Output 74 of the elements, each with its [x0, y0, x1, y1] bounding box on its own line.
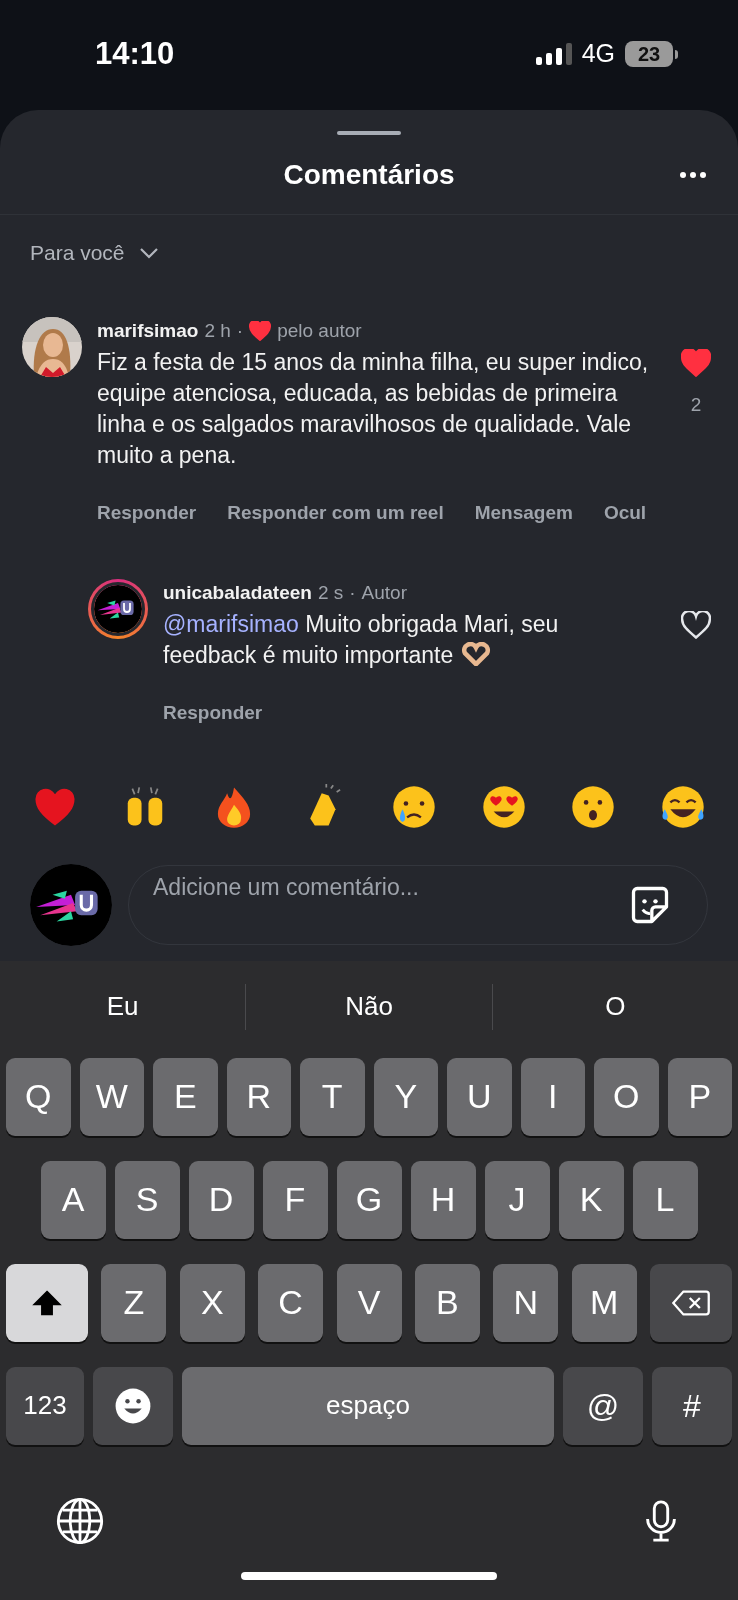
comment-text: Fiz a festa de 15 anos da minha filha, eu super indico, equipe atenciosa, educada, as bebidas de primeira linha e os salgados maravilhosos de qualidade. Vale muito a pena.: [97, 347, 650, 470]
keyboard-key[interactable]: E: [153, 1057, 218, 1136]
comment-text: @marifsimao Muito obrigada Mari, seu feedback é muito importante: [163, 610, 560, 670]
filter-dropdown[interactable]: Para você: [30, 237, 159, 269]
backspace-icon: [672, 1288, 710, 1317]
suggestion[interactable]: Eu: [0, 987, 246, 1026]
heart-hands-icon: [461, 642, 492, 666]
drag-handle[interactable]: [337, 131, 401, 135]
keyboard-key[interactable]: M: [571, 1263, 637, 1342]
keyboard-key[interactable]: H: [410, 1160, 476, 1239]
suggestion[interactable]: Não: [246, 987, 492, 1026]
more-options-button[interactable]: [680, 171, 706, 178]
author-label: pelo autor: [277, 318, 362, 343]
emoji-key[interactable]: [93, 1366, 173, 1445]
comment-action[interactable]: Responder com um reel: [227, 498, 444, 527]
sheet-title: Comentários: [283, 157, 455, 192]
keyboard-key[interactable]: F: [262, 1160, 328, 1239]
keyboard-key[interactable]: L: [632, 1160, 698, 1239]
keyboard-key[interactable]: U: [447, 1057, 512, 1136]
keyboard-key[interactable]: A: [40, 1160, 106, 1239]
suggestion[interactable]: O: [492, 987, 738, 1026]
keyboard-key[interactable]: @: [563, 1366, 643, 1445]
keyboard-key[interactable]: G: [336, 1160, 402, 1239]
status-time: 14:10: [95, 34, 175, 73]
backspace-key[interactable]: [650, 1263, 732, 1342]
signal-icon: [535, 42, 572, 66]
keyboard-key[interactable]: J: [484, 1160, 550, 1239]
mention-link[interactable]: @marifsimao: [163, 611, 299, 637]
separator-dot: ·: [236, 318, 244, 343]
keyboard-key[interactable]: W: [79, 1057, 144, 1136]
like-count: 2: [690, 392, 702, 417]
keyboard-key[interactable]: P: [667, 1057, 732, 1136]
comment-action[interactable]: Mensagem: [474, 498, 573, 527]
comment-action[interactable]: Responder: [163, 699, 263, 728]
keyboard-key[interactable]: N: [493, 1263, 559, 1342]
keyboard-key[interactable]: X: [179, 1263, 245, 1342]
keyboard-key[interactable]: #: [652, 1366, 732, 1445]
smiley-icon: [114, 1386, 152, 1425]
space-key[interactable]: espaço: [182, 1366, 554, 1445]
comment-action[interactable]: Ocul: [603, 498, 647, 527]
home-indicator[interactable]: [241, 1571, 497, 1580]
keyboard-key[interactable]: S: [114, 1160, 180, 1239]
chevron-down-icon: [138, 246, 159, 259]
comment-action[interactable]: Responder: [97, 498, 197, 527]
network-label: 4G: [581, 38, 615, 70]
keyboard-key[interactable]: D: [188, 1160, 254, 1239]
numbers-key[interactable]: 123: [6, 1366, 84, 1445]
shift-key[interactable]: [6, 1263, 88, 1342]
wow-emoji-icon[interactable]: [570, 783, 617, 830]
heart-eyes-emoji-icon[interactable]: [480, 783, 527, 830]
keyboard-key[interactable]: I: [520, 1057, 585, 1136]
comment-username[interactable]: marifsimao: [97, 318, 199, 343]
laugh-emoji-icon[interactable]: [659, 783, 706, 830]
keyboard-key[interactable]: T: [300, 1057, 365, 1136]
keyboard-key[interactable]: Q: [6, 1057, 71, 1136]
comment-time: 2 s: [317, 581, 344, 605]
author-label: Autor: [361, 581, 407, 605]
keyboard-key[interactable]: Z: [101, 1263, 167, 1342]
comment-input[interactable]: Adicione um comentário...: [128, 864, 708, 945]
keyboard-key[interactable]: B: [414, 1263, 480, 1342]
profile-avatar[interactable]: [88, 579, 148, 639]
heart-icon[interactable]: [249, 320, 272, 341]
keyboard-key[interactable]: Y: [373, 1057, 438, 1136]
battery-level: 23: [637, 42, 661, 67]
separator-dot: ·: [349, 581, 356, 605]
keyboard-key[interactable]: K: [558, 1160, 624, 1239]
profile-avatar[interactable]: [30, 863, 112, 946]
cry-emoji-icon[interactable]: [390, 783, 437, 830]
keyboard-key[interactable]: R: [226, 1057, 291, 1136]
keyboard-key[interactable]: V: [336, 1263, 402, 1342]
keyboard-key[interactable]: O: [594, 1057, 659, 1136]
comment-username[interactable]: unicabaladateen: [163, 581, 312, 605]
keyboard-key[interactable]: C: [258, 1263, 324, 1342]
comment-time: 2 h: [204, 318, 231, 343]
